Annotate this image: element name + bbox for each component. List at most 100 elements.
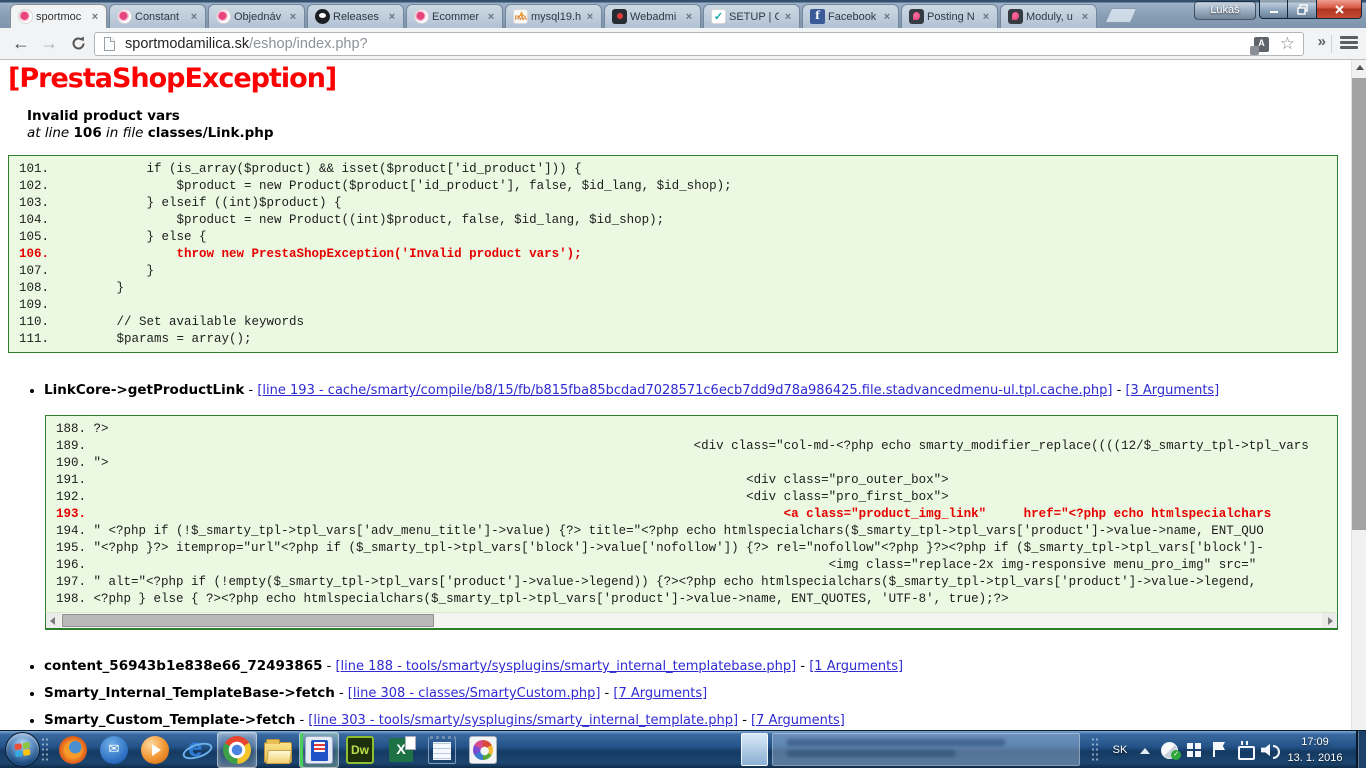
tab-strip: sportmoc × Constant × Objednáv × Releases × Ecom… <box>0 0 1366 28</box>
back-button[interactable]: ← <box>8 31 34 57</box>
stack-file-link[interactable]: [line 193 - cache/smarty/compile/b8/15/f… <box>257 383 1112 398</box>
tab-label: Constant <box>135 10 180 23</box>
code-line: 104. $product = new Product((int)$produc… <box>19 213 665 227</box>
browser-tab[interactable]: mysql19.h× <box>505 4 602 28</box>
fb-favicon-icon <box>810 9 825 24</box>
minimize-button[interactable] <box>1259 0 1288 19</box>
system-update-icon[interactable] <box>1158 741 1182 760</box>
code-horizontal-scrollbar[interactable] <box>45 612 1338 629</box>
browser-tab[interactable]: Releases × <box>307 4 404 28</box>
taskbar-excel-button[interactable] <box>381 732 421 768</box>
forward-button[interactable]: → <box>36 31 62 57</box>
profile-button[interactable]: Lukáš <box>1194 1 1256 20</box>
code-line: 102. $product = new Product($product['id… <box>19 179 732 193</box>
tab-label: SETUP | C <box>729 10 779 23</box>
tab-close-icon[interactable]: × <box>683 11 695 23</box>
tab-close-icon[interactable]: × <box>287 11 299 23</box>
language-indicator[interactable]: SK <box>1106 731 1134 768</box>
taskbar: SK 17:09 13. 1. 2016 <box>0 730 1366 768</box>
taskbar-floppy-button[interactable] <box>299 732 339 768</box>
stack-arguments-link[interactable]: [3 Arguments] <box>1125 383 1219 398</box>
taskbar-clock[interactable]: 17:09 13. 1. 2016 <box>1284 734 1346 766</box>
browser-tab[interactable]: Facebook × <box>802 4 899 28</box>
taskbar-thunderbird-button[interactable] <box>94 732 134 768</box>
taskbar-notepad-button[interactable] <box>422 732 462 768</box>
tab-close-icon[interactable]: × <box>980 11 992 23</box>
explorer-icon <box>264 739 292 763</box>
minimize-icon <box>1269 11 1278 13</box>
browser-tab[interactable]: SETUP | C× <box>703 4 800 28</box>
page-document-icon[interactable] <box>104 37 115 51</box>
code-line: 191. <div class="pro_outer_box"> <box>56 473 949 487</box>
tab-close-icon[interactable]: × <box>89 11 101 23</box>
stack-file-link[interactable]: [line 188 - tools/smarty/sysplugins/smar… <box>335 659 796 674</box>
browser-toolbar: ← → sportmodamilica.sk/eshop/index.php? … <box>0 28 1366 60</box>
stack-arguments-link[interactable]: [1 Arguments] <box>809 659 903 674</box>
tab-close-icon[interactable]: × <box>782 11 794 23</box>
address-bar[interactable]: sportmodamilica.sk/eshop/index.php? ☆ <box>94 32 1304 56</box>
volume-icon[interactable] <box>1258 741 1282 759</box>
browser-tab[interactable]: Constant × <box>109 4 206 28</box>
taskbar-explorer-button[interactable] <box>258 732 298 768</box>
taskbar-dreamweaver-button[interactable] <box>340 732 380 768</box>
browser-tab[interactable]: Posting N × <box>901 4 998 28</box>
action-center-icon[interactable] <box>1208 741 1232 759</box>
start-button[interactable] <box>5 732 40 767</box>
stack-arguments-link[interactable]: [7 Arguments] <box>751 713 845 728</box>
taskbar-paint-button[interactable] <box>463 732 503 768</box>
taskbar-wmp-button[interactable] <box>135 732 175 768</box>
stack-file-link[interactable]: [line 308 - classes/SmartyCustom.php] <box>348 686 601 701</box>
scroll-right-arrow-icon[interactable] <box>1322 613 1337 628</box>
at-line-label: at line <box>27 125 70 141</box>
vertical-scrollbar-thumb[interactable] <box>1352 78 1366 530</box>
url-path: /eshop/index.php? <box>249 36 368 52</box>
tab-close-icon[interactable]: × <box>881 11 893 23</box>
reload-button[interactable] <box>66 31 92 57</box>
hidden-icons-chevron[interactable] <box>1140 748 1150 754</box>
browser-tab[interactable]: Ecommer × <box>406 4 503 28</box>
bookmark-star-icon[interactable]: ☆ <box>1280 34 1295 54</box>
tab-close-icon[interactable]: × <box>1079 11 1091 23</box>
horizontal-scrollbar-thumb[interactable] <box>62 614 434 627</box>
error-location: at line 106 in file classes/Link.php <box>27 125 274 142</box>
tab-close-icon[interactable]: × <box>386 11 398 23</box>
new-tab-button[interactable] <box>1104 8 1138 23</box>
translate-icon[interactable] <box>1250 37 1269 55</box>
browser-tab[interactable]: Moduly, u × <box>1000 4 1097 28</box>
browser-tab[interactable]: Objednáv × <box>208 4 305 28</box>
stack-arguments-link[interactable]: [7 Arguments] <box>613 686 707 701</box>
power-icon[interactable] <box>1233 741 1257 760</box>
browser-tab[interactable]: sportmoc × <box>10 4 107 28</box>
source-code-block: 101. if (is_array($product) && isset($pr… <box>8 155 1338 353</box>
page-vertical-scrollbar[interactable] <box>1351 60 1366 768</box>
scroll-left-arrow-icon[interactable] <box>46 613 61 628</box>
code-line: 195. "<?php }?> itemprop="url"<?php if (… <box>56 541 1264 555</box>
ps-favicon-icon <box>414 9 429 24</box>
taskbar-tooltip <box>772 733 1080 766</box>
tab-close-icon[interactable]: × <box>584 11 596 23</box>
tab-close-icon[interactable]: × <box>188 11 200 23</box>
close-button[interactable] <box>1316 0 1362 19</box>
stack-trace-top: LinkCore->getProductLink - [line 193 - c… <box>0 382 1320 409</box>
firefox-icon <box>59 736 87 764</box>
code-line: 190. "> <box>56 456 109 470</box>
scroll-up-arrow-icon[interactable] <box>1352 60 1366 76</box>
tab-close-icon[interactable]: × <box>485 11 497 23</box>
browser-tab[interactable]: Webadmi × <box>604 4 701 28</box>
code-line: 192. <div class="pro_first_box"> <box>56 490 949 504</box>
taskbar-firefox-button[interactable] <box>53 732 93 768</box>
restore-button[interactable] <box>1288 0 1316 19</box>
stack-file-link[interactable]: [line 303 - tools/smarty/sysplugins/smar… <box>308 713 738 728</box>
chrome-menu-button[interactable] <box>1338 34 1360 54</box>
extensions-overflow-icon[interactable]: » <box>1318 33 1326 50</box>
error-name: Invalid product vars <box>27 108 180 124</box>
tab-label: Moduly, u <box>1026 10 1073 23</box>
taskbar-thumbnail-button[interactable] <box>741 733 768 766</box>
taskbar-ie-button[interactable] <box>176 732 216 768</box>
code-line: 198. <?php } else { ?><?php echo htmlspe… <box>56 592 1009 606</box>
code-line: 196. <img class="replace-2x img-responsi… <box>56 558 1257 572</box>
network-places-icon[interactable] <box>1183 741 1207 759</box>
show-desktop-button[interactable] <box>1356 731 1366 768</box>
code-line: 111. $params = array(); <box>19 332 252 346</box>
taskbar-chrome-button[interactable] <box>217 732 257 768</box>
